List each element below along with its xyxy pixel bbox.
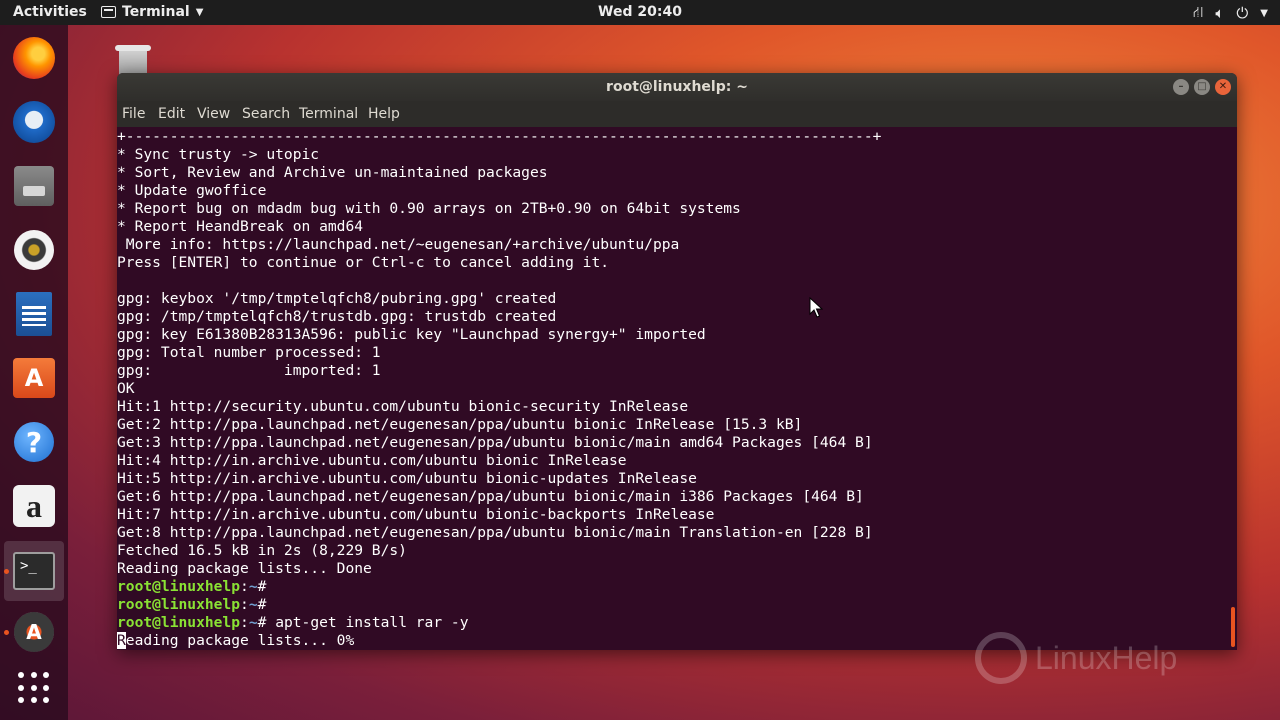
files-icon xyxy=(14,166,54,206)
terminal-line: gpg: keybox '/tmp/tmptelqfch8/pubring.gp… xyxy=(117,290,557,307)
volume-icon[interactable]: 🔈︎ xyxy=(1215,4,1224,22)
window-title: root@linuxhelp: ~ xyxy=(606,79,748,95)
terminal-line: Get:2 http://ppa.launchpad.net/eugenesan… xyxy=(117,416,803,433)
terminal-line: Hit:4 http://in.archive.ubuntu.com/ubunt… xyxy=(117,452,627,469)
dock-item-amazon[interactable]: a xyxy=(12,484,56,528)
amazon-icon: a xyxy=(13,485,55,527)
text-cursor: R xyxy=(117,632,126,649)
dock-item-updater[interactable]: A xyxy=(12,610,56,654)
terminal-line: Hit:7 http://in.archive.ubuntu.com/ubunt… xyxy=(117,506,715,523)
clock[interactable]: Wed 20:40 xyxy=(0,4,1280,20)
system-tray[interactable]: ⛙ 🔈︎ ⏻ ▼ xyxy=(1193,3,1268,23)
updater-icon: A xyxy=(14,612,54,652)
dock-item-firefox[interactable] xyxy=(12,36,56,80)
close-button[interactable]: ✕ xyxy=(1215,79,1231,95)
menu-help[interactable]: Help xyxy=(368,106,400,122)
terminal-line: Get:8 http://ppa.launchpad.net/eugenesan… xyxy=(117,524,873,541)
show-applications-button[interactable] xyxy=(12,666,56,710)
prompt-line: root@linuxhelp:~# xyxy=(117,596,276,613)
dock: A ? a >_ A xyxy=(0,25,68,720)
software-icon: A xyxy=(13,358,55,398)
dock-item-terminal[interactable]: >_ xyxy=(4,541,64,601)
dock-item-thunderbird[interactable] xyxy=(12,100,56,144)
chevron-down-icon[interactable]: ▼ xyxy=(1260,8,1268,19)
terminal-line: * Report bug on mdadm bug with 0.90 arra… xyxy=(117,200,741,217)
app-grid-icon xyxy=(18,672,50,704)
minimize-button[interactable]: – xyxy=(1173,79,1189,95)
terminal-line: Hit:5 http://in.archive.ubuntu.com/ubunt… xyxy=(117,470,697,487)
trash-icon[interactable] xyxy=(113,45,153,75)
mouse-pointer-icon xyxy=(809,297,823,318)
dock-item-software[interactable]: A xyxy=(12,356,56,400)
terminal-window: root@linuxhelp: ~ – □ ✕ File Edit View S… xyxy=(117,73,1237,650)
terminal-line: Hit:1 http://security.ubuntu.com/ubuntu … xyxy=(117,398,689,415)
top-bar: Activities Terminal ▼ Wed 20:40 ⛙ 🔈︎ ⏻ ▼ xyxy=(0,0,1280,25)
help-icon: ? xyxy=(14,422,54,462)
terminal-line: Get:6 http://ppa.launchpad.net/eugenesan… xyxy=(117,488,864,505)
prompt-line: root@linuxhelp:~# xyxy=(117,578,276,595)
menu-search[interactable]: Search xyxy=(242,106,290,122)
dock-item-help[interactable]: ? xyxy=(12,420,56,464)
dock-item-files[interactable] xyxy=(12,164,56,208)
terminal-icon: >_ xyxy=(13,552,55,590)
watermark-text: LinuxHelp xyxy=(1035,640,1178,676)
terminal-line: Reading package lists... Done xyxy=(117,560,372,577)
terminal-line: Press [ENTER] to continue or Ctrl-c to c… xyxy=(117,254,610,271)
writer-icon xyxy=(16,292,52,336)
maximize-button[interactable]: □ xyxy=(1194,79,1210,95)
terminal-line: * Sort, Review and Archive un-maintained… xyxy=(117,164,548,181)
terminal-line: Get:3 http://ppa.launchpad.net/eugenesan… xyxy=(117,434,873,451)
linuxhelp-logo-icon xyxy=(975,632,1027,684)
menu-bar: File Edit View Search Terminal Help xyxy=(117,101,1237,127)
menu-terminal[interactable]: Terminal xyxy=(299,106,358,122)
menu-view[interactable]: View xyxy=(197,106,230,122)
terminal-line: OK xyxy=(117,380,135,397)
thunderbird-icon xyxy=(13,101,55,143)
terminal-line: Fetched 16.5 kB in 2s (8,229 B/s) xyxy=(117,542,407,559)
terminal-line: gpg: key E61380B28313A596: public key "L… xyxy=(117,326,706,343)
terminal-line: gpg: imported: 1 xyxy=(117,362,381,379)
terminal-line: * Update gwoffice xyxy=(117,182,267,199)
terminal-line: * Sync trusty -> utopic xyxy=(117,146,320,163)
menu-edit[interactable]: Edit xyxy=(158,106,185,122)
terminal-output[interactable]: +---------------------------------------… xyxy=(117,127,1225,650)
network-icon[interactable]: ⛙ xyxy=(1193,3,1204,23)
watermark: LinuxHelp xyxy=(975,628,1235,688)
menu-file[interactable]: File xyxy=(122,106,145,122)
firefox-icon xyxy=(13,37,55,79)
power-icon[interactable]: ⏻ xyxy=(1236,4,1248,22)
running-indicator xyxy=(4,630,9,635)
terminal-line: More info: https://launchpad.net/~eugene… xyxy=(117,236,680,253)
terminal-line: +---------------------------------------… xyxy=(117,128,882,145)
command-text: apt-get install rar -y xyxy=(275,614,469,631)
window-titlebar[interactable]: root@linuxhelp: ~ – □ ✕ xyxy=(117,73,1237,101)
dock-item-rhythmbox[interactable] xyxy=(12,228,56,272)
terminal-line: gpg: /tmp/tmptelqfch8/trustdb.gpg: trust… xyxy=(117,308,557,325)
terminal-line: * Report HeandBreak on amd64 xyxy=(117,218,364,235)
running-indicator xyxy=(4,569,9,574)
dock-item-writer[interactable] xyxy=(12,292,56,336)
terminal-line: gpg: Total number processed: 1 xyxy=(117,344,381,361)
rhythmbox-icon xyxy=(14,230,54,270)
